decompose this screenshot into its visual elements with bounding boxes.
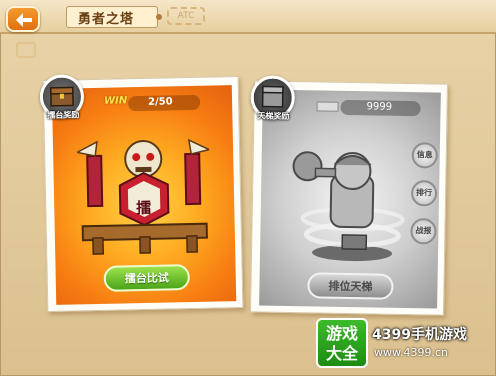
watermark-logo-line1: 游戏: [325, 324, 358, 343]
report-label: 战报: [415, 226, 432, 236]
watermark: 游戏 大全 4399手机游戏 www.4399.cn: [316, 318, 486, 368]
arena-reward-badge[interactable]: 擂台奖励: [39, 74, 85, 120]
arena-card[interactable]: 擂 WIN 2/50 擂台比试 擂台奖励: [39, 74, 244, 313]
gold-bar-icon: [316, 101, 339, 112]
watermark-logo: 游戏 大全: [316, 318, 368, 368]
ladder-rank-button[interactable]: 排位天梯: [307, 272, 394, 300]
back-arrow-icon: [16, 13, 32, 27]
back-button[interactable]: [6, 6, 40, 32]
arena-reward-label: 擂台奖励: [47, 110, 80, 120]
page-title: 勇者之塔: [78, 12, 135, 27]
win-icon: WIN: [103, 95, 128, 107]
top-bar: 勇者之塔 ATC: [0, 0, 496, 34]
ladder-card-art: 9999 排位天梯 信息 排行 战报: [259, 89, 441, 309]
ladder-card[interactable]: 9999 排位天梯 信息 排行 战报 天梯奖励: [249, 75, 449, 316]
watermark-logo-text: 游戏 大全: [318, 324, 366, 364]
title-decoration-icon: ATC: [167, 7, 205, 25]
ladder-gold: 9999: [366, 101, 393, 113]
ladder-reward-badge[interactable]: 天梯奖励: [250, 75, 296, 121]
rank-label: 排行: [416, 188, 433, 198]
info-label: 信息: [416, 150, 433, 160]
arena-emblem-char: 擂: [136, 198, 152, 218]
watermark-logo-line2: 大全: [325, 344, 358, 363]
watermark-url: www.4399.cn: [374, 346, 448, 359]
hero-statue-icon: [292, 151, 405, 262]
arena-challenge-button[interactable]: 擂台比试: [103, 264, 191, 292]
ladder-reward-label: 天梯奖励: [257, 111, 290, 121]
frame-decoration-icon: [16, 42, 36, 58]
title-dot: [156, 14, 162, 20]
watermark-title: 4399手机游戏: [372, 327, 467, 343]
arena-score: 2/50: [147, 96, 173, 108]
